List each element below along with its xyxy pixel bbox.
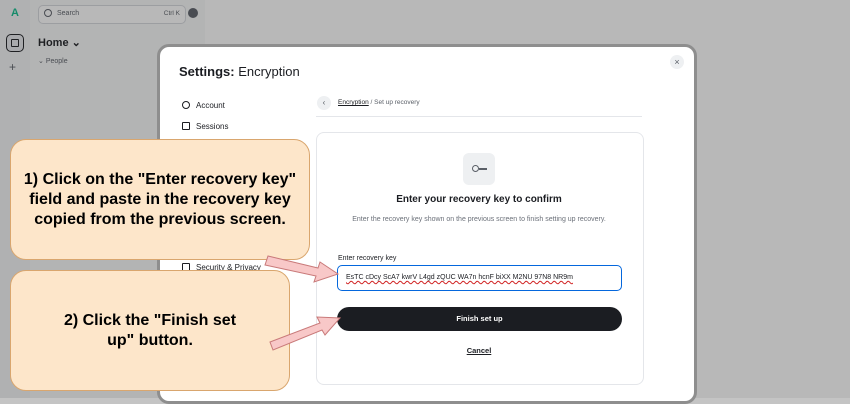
nav-account[interactable]: Account xyxy=(182,101,225,110)
dialog-title: Settings: Encryption xyxy=(179,64,300,79)
cancel-link[interactable]: Cancel xyxy=(462,346,496,355)
nav-sessions[interactable]: Sessions xyxy=(182,122,228,131)
back-icon[interactable]: ‹ xyxy=(317,96,331,110)
user-icon xyxy=(182,101,190,109)
callout-step-2-text: 2) Click the "Finish set up" button. xyxy=(63,311,237,349)
callout-step-1: 1) Click on the "Enter recovery key" fie… xyxy=(10,139,310,260)
devices-icon xyxy=(182,122,190,130)
key-icon xyxy=(463,153,495,185)
callout-step-1-text: 1) Click on the "Enter recovery key" fie… xyxy=(23,170,297,228)
recovery-key-label: Enter recovery key xyxy=(338,255,397,262)
recovery-heading: Enter your recovery key to confirm xyxy=(396,194,562,205)
recovery-subtext: Enter the recovery key shown on the prev… xyxy=(352,216,606,223)
recovery-key-input[interactable]: EsTC cDcy ScA7 kwrV L4gd zQUC WA7n hcnF … xyxy=(337,265,622,291)
breadcrumb-current: Set up recovery xyxy=(374,99,420,106)
close-icon[interactable]: × xyxy=(670,55,684,69)
breadcrumb: Encryption / Set up recovery xyxy=(338,99,420,106)
breadcrumb-separator: / xyxy=(370,99,373,106)
finish-set-up-button[interactable]: Finish set up xyxy=(337,307,622,331)
callout-step-2: 2) Click the "Finish set up" button. xyxy=(10,270,290,391)
divider xyxy=(316,116,642,117)
breadcrumb-encryption-link[interactable]: Encryption xyxy=(338,99,369,106)
